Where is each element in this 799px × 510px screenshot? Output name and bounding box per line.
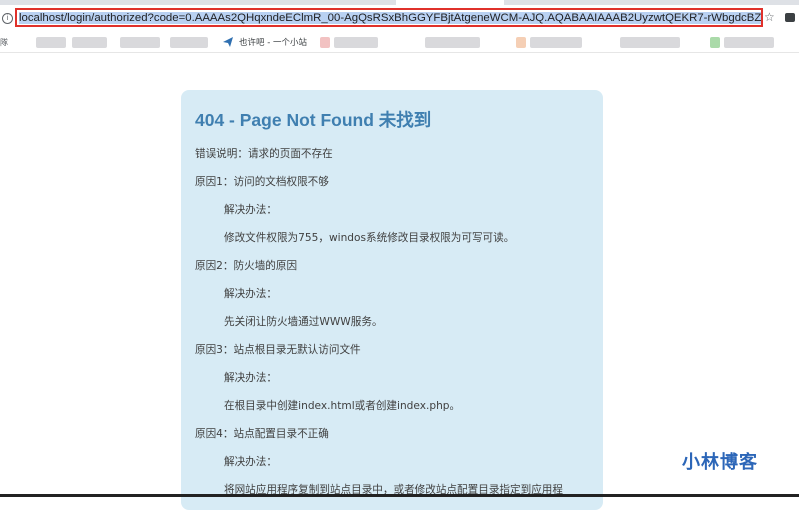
error-card: 404 - Page Not Found 未找到 错误说明：请求的页面不存在 原… xyxy=(181,90,603,510)
address-text[interactable]: localhost/login/authorized?code=0.AAAAs2… xyxy=(19,11,761,25)
solution-label: 解决办法： xyxy=(224,372,277,384)
extension-icon[interactable] xyxy=(785,13,795,22)
solution-label: 解决办法： xyxy=(224,456,277,468)
bookmark-item-blurred[interactable] xyxy=(724,37,774,48)
reason-3: 原因3：站点根目录无默认访问文件 xyxy=(195,344,361,356)
bookmark-item-blurred[interactable] xyxy=(710,37,720,48)
watermark-logo: 小林博客 xyxy=(682,452,758,473)
solution-3: 在根目录中创建index.html或者创建index.php。 xyxy=(224,400,461,412)
error-description: 错误说明：请求的页面不存在 xyxy=(195,148,333,160)
browser-toolbar: i localhost/login/authorized?code=0.AAAA… xyxy=(0,5,799,32)
bookmark-item-blurred[interactable] xyxy=(620,37,680,48)
bookmark-item-blurred[interactable] xyxy=(320,37,330,48)
solution-label: 解决办法： xyxy=(224,288,277,300)
bookmark-item-blurred[interactable] xyxy=(120,37,160,48)
bookmark-item-blurred[interactable] xyxy=(72,37,107,48)
bookmark-item-blurred[interactable] xyxy=(516,37,526,48)
info-icon[interactable]: i xyxy=(2,13,13,24)
bookmark-label: 也许吧 - 一个小站 xyxy=(239,38,307,48)
address-bar[interactable]: localhost/login/authorized?code=0.AAAAs2… xyxy=(15,8,763,27)
reason-4: 原因4：站点配置目录不正确 xyxy=(195,428,329,440)
url-text: localhost/login/authorized?code=0.AAAAs2… xyxy=(19,12,761,24)
bookmark-item-blurred[interactable] xyxy=(170,37,208,48)
bookmark-item-blurred[interactable] xyxy=(425,37,480,48)
bookmark-fragment[interactable]: 隊 xyxy=(0,37,8,48)
reason-1: 原因1：访问的文档权限不够 xyxy=(195,176,329,188)
bookmark-item-blurred[interactable] xyxy=(36,37,66,48)
reason-2: 原因2：防火墙的原因 xyxy=(195,260,298,272)
bookmark-star-icon[interactable]: ☆ xyxy=(764,9,775,25)
bookmark-item-blurred[interactable] xyxy=(334,37,378,48)
page-title: 404 - Page Not Found 未找到 xyxy=(195,110,432,130)
bookmarks-bar: 隊 也许吧 - 一个小站 xyxy=(0,32,799,53)
paper-plane-icon xyxy=(223,37,233,47)
solution-2: 先关闭让防火墙通过WWW服务。 xyxy=(224,316,383,328)
solution-1: 修改文件权限为755，windos系统修改目录权限为可写可读。 xyxy=(224,232,515,244)
solution-label: 解决办法： xyxy=(224,204,277,216)
bookmark-item-blurred[interactable] xyxy=(530,37,582,48)
bookmark-item-blog[interactable]: 也许吧 - 一个小站 xyxy=(222,34,307,50)
